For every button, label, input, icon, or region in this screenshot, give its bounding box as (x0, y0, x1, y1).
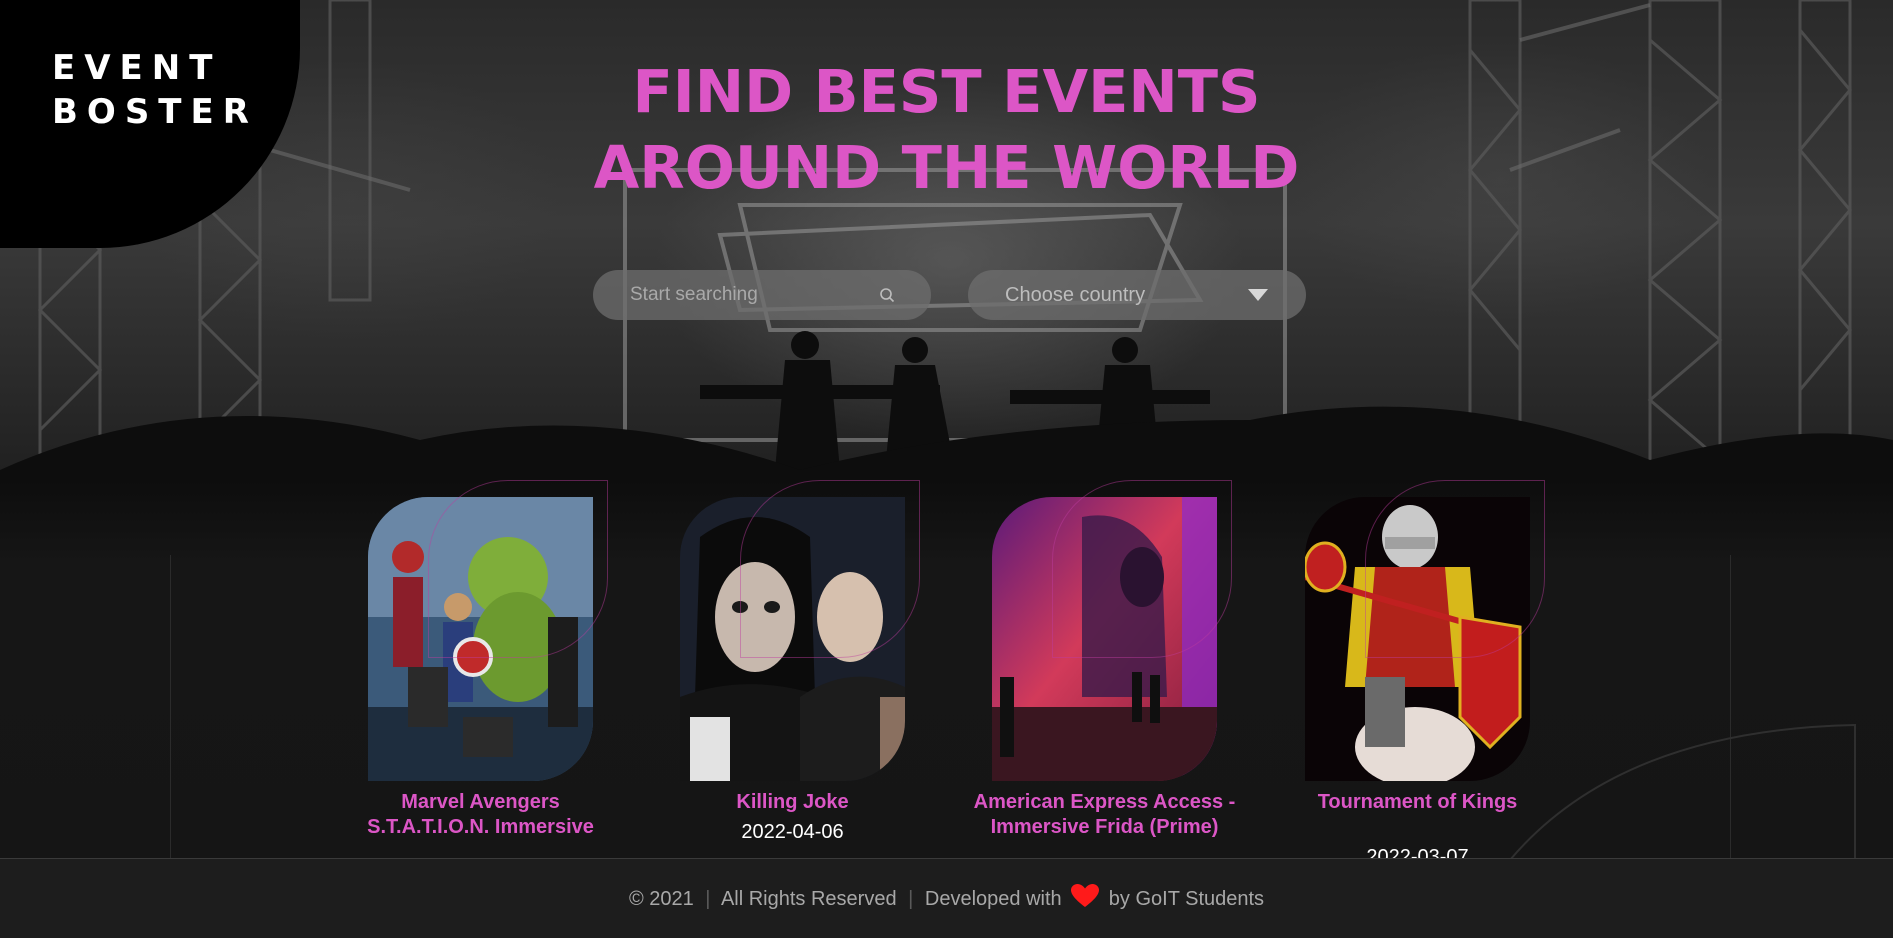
heart-icon (1071, 884, 1100, 907)
event-name[interactable]: Killing Joke (650, 790, 935, 815)
country-select[interactable]: Choose country (968, 270, 1306, 320)
footer-credits[interactable]: by GoIT Students (1109, 888, 1264, 910)
country-select-value: Choose country (1005, 284, 1146, 306)
card-outline-decoration (428, 480, 608, 658)
footer-separator: | (705, 888, 711, 910)
footer: © 2021 | All Rights Reserved | Developed… (0, 858, 1893, 938)
chevron-down-icon (1248, 289, 1268, 301)
page-title: FIND BEST EVENTS AROUND THE WORLD (0, 54, 1893, 206)
footer-separator: | (908, 888, 914, 910)
footer-copyright: © 2021 (628, 888, 694, 910)
search-icon[interactable] (879, 287, 895, 303)
search-box (593, 270, 931, 320)
footer-rights: All Rights Reserved (720, 888, 897, 910)
event-date: 2022-04-06 (741, 821, 844, 843)
page-title-line-2: AROUND THE WORLD (593, 133, 1300, 202)
card-outline-decoration (1052, 480, 1232, 658)
event-name[interactable]: Marvel Avengers S.T.A.T.I.O.N. Immersive (338, 790, 623, 840)
event-name[interactable]: Tournament of Kings (1275, 790, 1560, 815)
decorative-line (170, 555, 171, 858)
event-name[interactable]: American Express Access - Immersive Frid… (962, 790, 1247, 840)
footer-developed-with: Developed with (924, 888, 1062, 910)
card-outline-decoration (1365, 480, 1545, 658)
page-title-line-1: FIND BEST EVENTS (632, 57, 1261, 126)
card-outline-decoration (740, 480, 920, 658)
